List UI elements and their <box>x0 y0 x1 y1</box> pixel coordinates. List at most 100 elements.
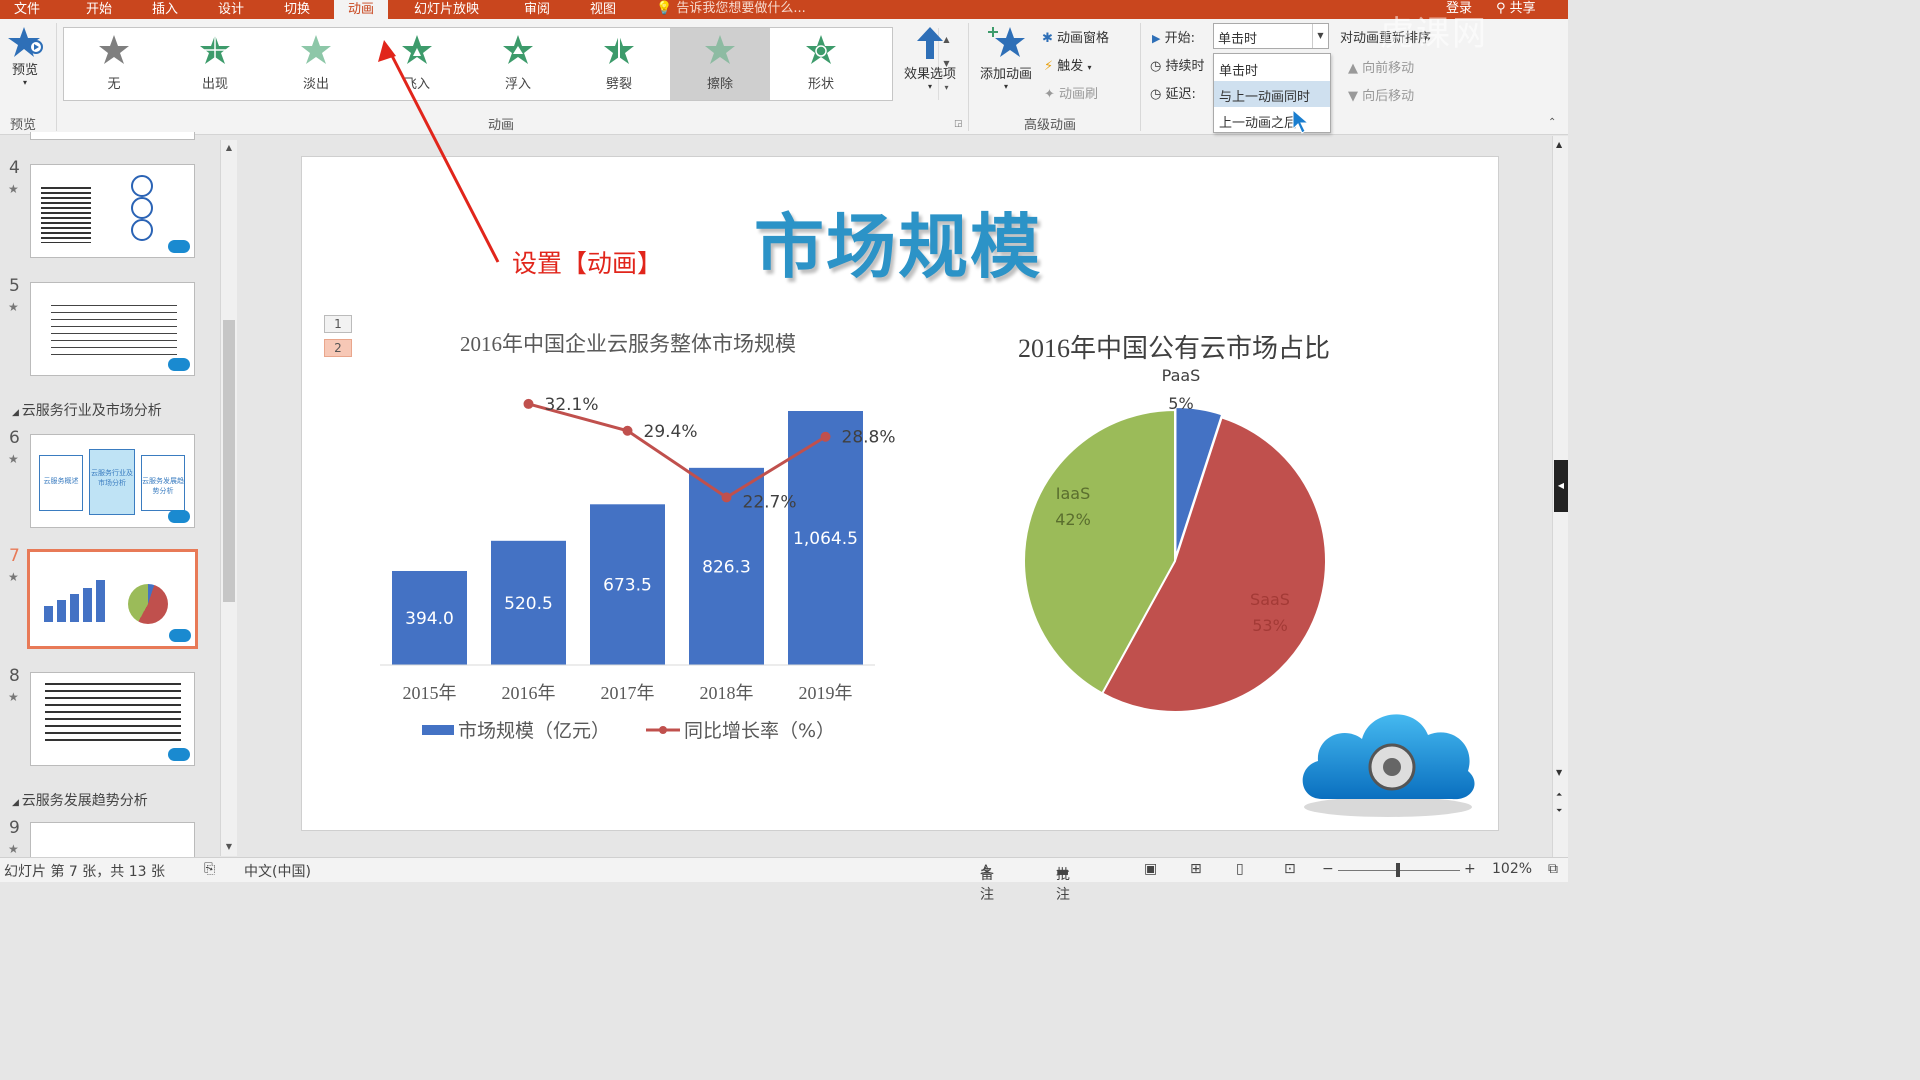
spellcheck-icon[interactable]: ⎘ <box>204 861 215 877</box>
slide-thumbnail-8[interactable] <box>30 672 195 766</box>
section-header[interactable]: ◢ 云服务行业及市场分析 <box>12 400 162 420</box>
animation-star-icon: ★ <box>8 182 19 196</box>
effect-appear[interactable]: 出现 <box>165 28 265 100</box>
tab-review[interactable]: 审阅 <box>524 0 550 17</box>
animation-pane-icon: ✱ <box>1042 31 1053 46</box>
tell-me-search[interactable]: 💡 告诉我您想要做什么... <box>656 0 806 16</box>
slide-scrollbar[interactable]: ▲ ◀ ▼ ⏶ ⏷ <box>1552 136 1568 857</box>
thumbnail-scrollbar[interactable]: ▲ ▼ <box>220 140 237 856</box>
scroll-up-icon[interactable]: ▲ <box>1556 140 1562 149</box>
effect-options-button[interactable]: 效果选项 ▾ <box>896 25 964 91</box>
chevron-down-icon[interactable]: ▼ <box>1312 24 1328 48</box>
animation-pane-button[interactable]: ✱ 动画窗格 <box>1042 27 1109 46</box>
slide-thumbnail-5[interactable] <box>30 282 195 376</box>
line-data-label: 29.4% <box>644 422 698 442</box>
triangle-down-icon: ◢ <box>12 408 22 418</box>
pane-toggle-icon[interactable]: ◀ <box>1554 460 1568 512</box>
scroll-down-icon[interactable]: ▼ <box>1556 768 1562 777</box>
slide-thumbnail-7[interactable] <box>27 549 198 649</box>
section-header[interactable]: ◢ 云服务发展趋势分析 <box>12 790 148 810</box>
thumbnail-partial[interactable] <box>30 132 195 140</box>
effect-options-label: 效果选项 <box>903 67 956 82</box>
pie-chart[interactable]: 2016年中国公有云市场占比 PaaS 5% SaaS 53% IaaS 42% <box>972 317 1412 737</box>
effect-label: 形状 <box>807 77 834 92</box>
group-label-preview: 预览 <box>10 118 37 133</box>
effect-fly-in[interactable]: 飞入 <box>367 28 467 100</box>
tab-insert[interactable]: 插入 <box>152 0 178 17</box>
effect-wipe[interactable]: 擦除 <box>670 28 770 100</box>
fit-to-window-icon[interactable]: ⧉ <box>1548 861 1558 877</box>
tab-slideshow[interactable]: 幻灯片放映 <box>414 0 479 17</box>
zoom-in-button[interactable]: + <box>1464 861 1476 877</box>
slide-title[interactable]: 市场规模 <box>754 191 1042 292</box>
effect-fade[interactable]: 淡出 <box>266 28 366 100</box>
preview-button[interactable]: 预览 ▾ <box>4 25 46 87</box>
dropdown-with-previous[interactable]: 与上一动画同时 <box>1214 81 1330 107</box>
bar-line-chart[interactable]: 2016年中国企业云服务整体市场规模 394.0 2015年 520.5 2016年 67… <box>362 317 922 757</box>
chevron-down-icon: ▾ <box>1003 82 1008 91</box>
pie-label: IaaS <box>1056 484 1090 503</box>
slide-canvas[interactable]: 市场规模 1 2 2016年中国企业云服务整体市场规模 394.0 2015年 520… <box>301 156 1499 831</box>
dialog-launcher-icon[interactable]: ◲ <box>954 119 963 129</box>
next-slide-icon[interactable]: ⏷ <box>1556 806 1562 816</box>
scroll-thumb[interactable] <box>223 320 235 602</box>
add-animation-button[interactable]: 添加动画 ▾ <box>972 25 1040 91</box>
duration-label-text: 持续时 <box>1165 59 1205 74</box>
bar-data-label: 520.5 <box>504 594 553 614</box>
slide-sorter-icon[interactable]: ⊞ <box>1190 861 1202 877</box>
effect-label: 飞入 <box>403 77 430 92</box>
share-button[interactable]: ⚲ 共享 <box>1496 0 1536 16</box>
tab-file[interactable]: 文件 <box>14 0 40 17</box>
move-later-button[interactable]: ▼ 向后移动 <box>1348 85 1414 104</box>
login-button[interactable]: 登录 <box>1446 0 1472 16</box>
growth-point <box>721 492 732 503</box>
normal-view-icon[interactable]: ▣ <box>1144 861 1157 877</box>
zoom-level[interactable]: 102% <box>1492 861 1532 877</box>
animation-painter-button[interactable]: ✦ 动画刷 <box>1044 83 1098 102</box>
add-star-icon <box>988 27 1025 57</box>
scroll-down-icon[interactable]: ▼ <box>221 839 237 855</box>
reading-view-icon[interactable]: ▯ <box>1236 861 1244 877</box>
mini-bar <box>57 600 66 622</box>
effect-label: 无 <box>107 77 121 92</box>
separator <box>968 23 969 131</box>
zoom-out-button[interactable]: − <box>1322 861 1334 877</box>
animation-star-icon: ★ <box>8 452 19 466</box>
share-label: 共享 <box>1509 1 1536 16</box>
tab-view[interactable]: 视图 <box>590 0 616 17</box>
play-icon: ▶ <box>1152 32 1161 45</box>
tab-design[interactable]: 设计 <box>218 0 244 17</box>
separator <box>1140 23 1141 131</box>
star-burst-icon <box>200 34 230 65</box>
effect-float-in[interactable]: 浮入 <box>468 28 568 100</box>
dropdown-on-click[interactable]: 单击时 <box>1214 55 1330 81</box>
slideshow-icon[interactable]: ⊡ <box>1284 861 1296 877</box>
tab-animations[interactable]: 动画 <box>334 0 389 19</box>
language[interactable]: 中文(中国) <box>244 861 311 881</box>
tab-home[interactable]: 开始 <box>86 0 112 17</box>
slide-thumbnail-9[interactable] <box>30 822 195 857</box>
slide-thumbnail-6[interactable]: 云服务概述 云服务行业及市场分析 云服务发展趋势分析 <box>30 434 195 528</box>
collapse-ribbon-icon[interactable]: ⌃ <box>1548 117 1556 128</box>
x-tick-label: 2017年 <box>601 683 655 703</box>
animation-tag-2[interactable]: 2 <box>324 339 352 357</box>
zoom-slider-thumb[interactable] <box>1396 863 1400 877</box>
effect-split[interactable]: 劈裂 <box>569 28 669 100</box>
comments-label: 批注 <box>1056 867 1070 903</box>
scroll-up-icon[interactable]: ▲ <box>221 140 237 156</box>
section-title: 云服务行业及市场分析 <box>21 403 162 419</box>
tab-transitions[interactable]: 切换 <box>284 0 310 17</box>
dropdown-after-previous[interactable]: 上一动画之后 <box>1214 107 1330 133</box>
mini-pie <box>128 584 168 624</box>
slide-thumbnail-4[interactable] <box>30 164 195 258</box>
effect-shape[interactable]: 形状 <box>771 28 871 100</box>
animation-tag-1[interactable]: 1 <box>324 315 352 333</box>
move-earlier-button[interactable]: ▲ 向前移动 <box>1348 57 1414 76</box>
previous-slide-icon[interactable]: ⏶ <box>1556 790 1562 800</box>
animation-star-icon: ★ <box>8 690 19 704</box>
effect-none[interactable]: 无 <box>64 28 164 100</box>
separator <box>56 23 57 131</box>
star-wipe-icon <box>705 35 735 64</box>
start-dropdown[interactable]: 单击时 ▼ <box>1213 23 1329 49</box>
trigger-button[interactable]: ⚡ 触发 ▾ <box>1044 55 1091 74</box>
